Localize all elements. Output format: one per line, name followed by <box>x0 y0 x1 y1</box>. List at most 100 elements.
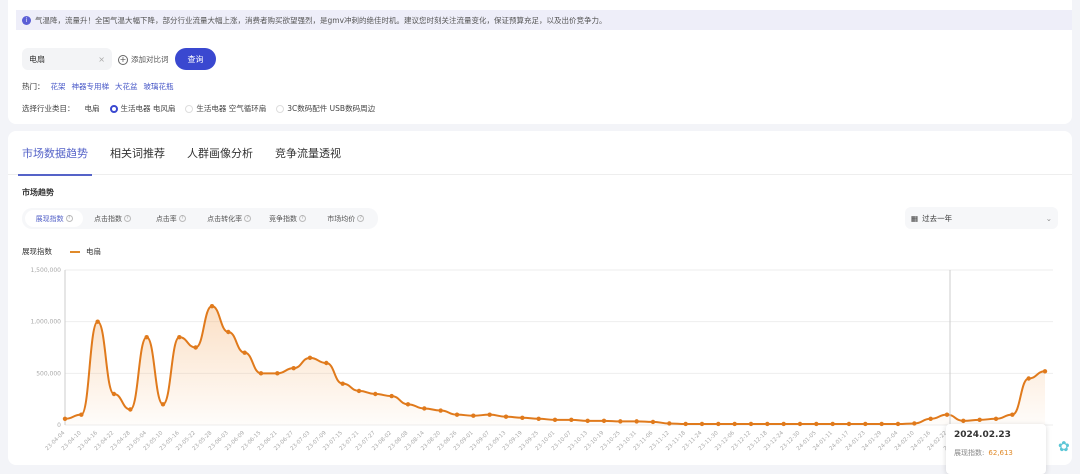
data-point <box>944 412 950 417</box>
hot-keyword[interactable]: 玻璃花瓶 <box>144 81 174 92</box>
data-point <box>209 303 215 309</box>
legend-line-icon <box>70 251 80 253</box>
help-icon[interactable]: ? <box>244 215 252 222</box>
notice-bar: i 气温降，流量升！全国气温大幅下降，部分行业流量大幅上涨，消费者购买欲望强烈，是… <box>16 10 1072 30</box>
metric-label: 点击指数 <box>93 214 122 223</box>
data-point <box>863 421 868 427</box>
data-point <box>748 421 754 427</box>
data-point <box>454 412 460 417</box>
metric-label: 竞争指数 <box>268 214 297 223</box>
help-icon[interactable]: ? <box>357 215 365 222</box>
data-point <box>503 414 509 419</box>
chevron-down-icon: ⌄ <box>1045 213 1052 223</box>
data-point <box>95 319 100 324</box>
data-point <box>732 421 737 427</box>
data-point <box>405 402 411 407</box>
analysis-tabs: 市场数据趋势 相关词推荐 人群画像分析 竞争流量透视 <box>8 131 1072 176</box>
category-option-label: 生活电器 电风扇 <box>120 104 176 113</box>
category-keyword: 电扇 <box>84 104 100 113</box>
hot-keyword[interactable]: 花架 <box>51 81 66 92</box>
data-point <box>79 412 84 417</box>
y-tick-label: 1,000,000 <box>30 319 61 326</box>
chart-tooltip: 2024.02.23 展现指数: 62,613 <box>946 424 1046 474</box>
data-point <box>242 350 247 355</box>
data-point <box>438 408 443 413</box>
section-title: 市场趋势 <box>22 188 54 197</box>
hot-keyword[interactable]: 大花盆 <box>115 81 138 92</box>
metric-label: 点击率 <box>155 214 177 223</box>
data-point <box>307 355 313 361</box>
y-tick-label: 500,000 <box>36 370 61 377</box>
y-tick-label: 0 <box>57 422 61 429</box>
keyword-input[interactable]: 电扇 × <box>22 48 112 70</box>
data-point <box>912 421 917 426</box>
query-button[interactable]: 查询 <box>175 48 216 70</box>
category-selector: 选择行业类目： 电扇 生活电器 电风扇 生活电器 空气循环扇 3C数码配件 US… <box>22 103 375 114</box>
data-point <box>128 407 133 412</box>
category-option-label: 3C数码配件 USB数码周边 <box>287 104 376 113</box>
data-point <box>765 421 770 427</box>
data-point <box>928 416 933 421</box>
data-point <box>177 334 182 340</box>
metric-tab[interactable]: 竞争指数? <box>258 210 316 227</box>
calendar-icon: ▦ <box>911 213 919 223</box>
data-point <box>650 419 656 425</box>
data-point <box>1042 369 1048 374</box>
category-option[interactable]: 3C数码配件 USB数码周边 <box>276 103 375 114</box>
data-point <box>683 421 688 427</box>
data-point <box>62 416 68 421</box>
tab-audience[interactable]: 人群画像分析 <box>187 131 253 175</box>
data-point <box>585 418 590 424</box>
legend-series: 电扇 <box>86 247 101 256</box>
hot-label: 热门： <box>22 82 45 91</box>
legend-item[interactable]: 电扇 <box>70 246 101 257</box>
radio-icon <box>109 104 118 113</box>
date-range-select[interactable]: ▦ 过去一年 ⌄ <box>905 207 1058 229</box>
hot-keywords: 热门： 花架 神器专用梯 大花盆 玻璃花瓶 <box>22 81 174 92</box>
series-area <box>65 306 1045 425</box>
category-option[interactable]: 生活电器 电风扇 <box>109 103 176 114</box>
data-point <box>814 421 819 427</box>
date-range-value: 过去一年 <box>922 213 953 223</box>
data-point <box>275 371 280 376</box>
data-point <box>324 360 329 366</box>
metric-label: 市场均价 <box>327 214 356 223</box>
keyword-value: 电扇 <box>29 54 45 64</box>
hot-keyword[interactable]: 神器专用梯 <box>72 81 110 92</box>
tooltip-date: 2024.02.23 <box>954 430 1011 440</box>
metric-tab[interactable]: 点击指数? <box>83 210 141 227</box>
help-icon[interactable]: ? <box>65 215 73 222</box>
metric-tab[interactable]: 点击转化率? <box>200 210 258 227</box>
add-compare-button[interactable]: + 添加对比词 <box>118 54 169 65</box>
data-point <box>993 416 999 421</box>
assistant-icon[interactable]: ✿ <box>1058 439 1074 455</box>
data-point <box>389 393 394 399</box>
data-point <box>258 371 264 376</box>
category-option-label: 生活电器 空气循环扇 <box>196 104 267 113</box>
metric-label: 点击转化率 <box>207 214 243 223</box>
data-point <box>1010 412 1015 417</box>
category-label: 选择行业类目： <box>22 104 75 113</box>
help-icon[interactable]: ? <box>298 215 306 222</box>
metric-tab[interactable]: 市场均价? <box>317 210 375 227</box>
tab-competition[interactable]: 竞争流量透视 <box>275 131 341 175</box>
legend-metric: 展现指数 <box>22 247 52 256</box>
analysis-panel: 市场数据趋势 相关词推荐 人群画像分析 竞争流量透视 市场趋势 展现指数? 点击… <box>8 131 1072 474</box>
metric-tab[interactable]: 展现指数? <box>25 210 84 227</box>
clear-icon[interactable]: × <box>98 55 105 64</box>
data-point <box>144 334 149 340</box>
metric-label: 展现指数 <box>35 214 64 223</box>
data-point <box>830 421 835 427</box>
metric-tab[interactable]: 点击率? <box>142 210 200 227</box>
data-point <box>634 419 639 424</box>
data-point <box>373 391 378 397</box>
tooltip-label: 展现指数: <box>954 449 985 457</box>
category-option[interactable]: 生活电器 空气循环扇 <box>185 103 266 114</box>
data-point <box>226 329 231 335</box>
tab-related-words[interactable]: 相关词推荐 <box>110 131 165 175</box>
data-point <box>879 421 884 427</box>
data-point <box>552 417 558 423</box>
tab-market-trend[interactable]: 市场数据趋势 <box>18 131 92 176</box>
help-icon[interactable]: ? <box>178 215 186 222</box>
help-icon[interactable]: ? <box>123 215 131 222</box>
